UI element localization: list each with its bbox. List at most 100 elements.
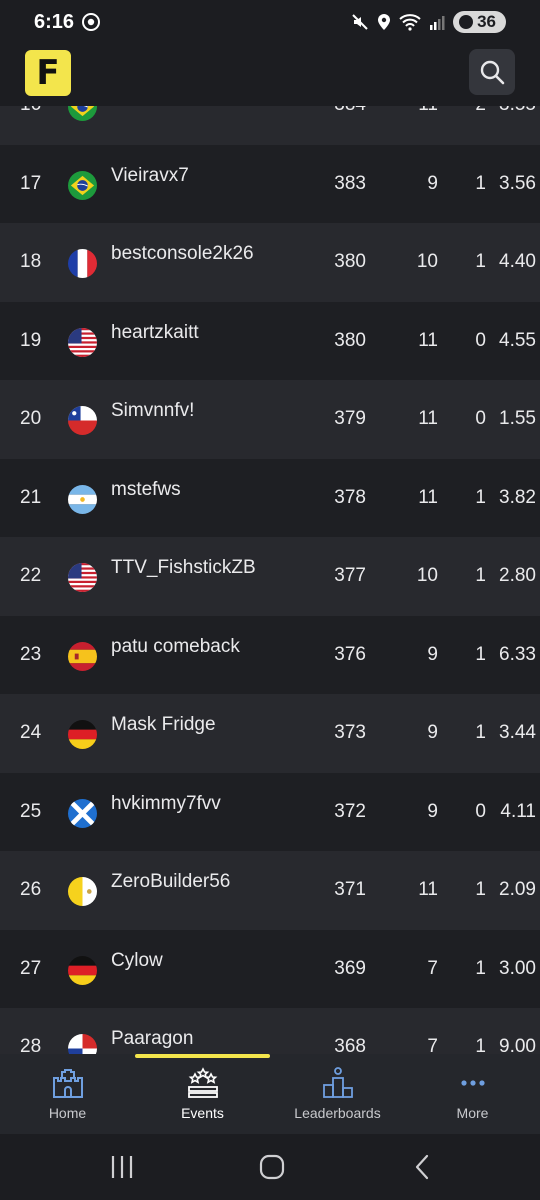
row-wins: 1 xyxy=(475,565,486,586)
leaderboard-row[interactable]: 24 Mask Fridge 373 9 1 3.44 xyxy=(0,694,540,773)
leaderboard-row[interactable]: 18 bestconsole2k26 380 10 1 4.40 xyxy=(0,223,540,302)
location-icon xyxy=(378,14,391,30)
row-wins: 1 xyxy=(475,957,486,979)
row-points: 377 xyxy=(334,565,366,586)
row-player-name: Simvnnfv! xyxy=(111,400,195,421)
bottom-nav: Home Events Leaderboards More xyxy=(0,1054,540,1134)
nav-events-label: Events xyxy=(181,1105,224,1121)
row-player-name: hvkimmy7fvv xyxy=(111,792,221,814)
system-nav-bar xyxy=(0,1134,540,1200)
vatican-flag-icon xyxy=(68,877,97,906)
row-wins: 1 xyxy=(475,251,486,272)
row-wins: 0 xyxy=(475,800,486,822)
row-wins: 1 xyxy=(475,722,486,743)
row-elims: 11 xyxy=(418,486,438,508)
back-icon[interactable] xyxy=(412,1154,432,1180)
row-points: 380 xyxy=(334,329,366,351)
scotland-flag-icon xyxy=(68,798,97,828)
row-rank: 23 xyxy=(20,643,42,665)
podium-stars-icon xyxy=(187,1067,218,1098)
panama-flag-icon xyxy=(68,1034,97,1054)
nav-more-label: More xyxy=(456,1105,489,1121)
row-elims: 7 xyxy=(427,1036,438,1054)
leaderboard-row[interactable]: 22 TTV_FishstickZB 377 10 1 2.80 xyxy=(0,537,540,616)
row-player-name: mstefws xyxy=(111,478,181,500)
leaderboard-row[interactable]: 17 Vieiravx7 383 9 1 3.56 xyxy=(0,144,540,223)
castle-icon xyxy=(52,1069,83,1098)
row-average: 3.56 xyxy=(499,172,536,194)
signal-icon xyxy=(430,16,445,30)
more-dots-icon xyxy=(460,1080,485,1086)
row-points: 383 xyxy=(334,172,366,194)
row-player-name: bestconsole2k26 xyxy=(111,243,254,264)
active-tab-indicator xyxy=(135,1054,270,1058)
row-points: 379 xyxy=(334,408,366,429)
usa-flag-icon xyxy=(68,563,97,592)
leaderboard-row[interactable]: 28 Paaragon 368 7 1 9.00 xyxy=(0,1008,540,1054)
leaderboard-icon xyxy=(322,1067,353,1098)
france-flag-icon xyxy=(68,249,97,278)
row-average: 4.40 xyxy=(499,251,536,272)
leaderboard-rows: 16tvitter f55.ddry3841123.55 1 7 Vieiravx7 3… xyxy=(0,106,540,1054)
row-average: 6.33 xyxy=(499,643,536,665)
search-button[interactable] xyxy=(469,49,515,95)
nav-leaderboards[interactable]: Leaderboards xyxy=(270,1066,405,1121)
row-points: 376 xyxy=(334,643,366,665)
row-wins: 0 xyxy=(475,329,486,351)
row-elims: 9 xyxy=(427,172,438,194)
app-bar: F xyxy=(0,44,540,106)
usa-flag-icon xyxy=(68,327,97,357)
mute-icon xyxy=(352,14,368,30)
row-average: 3.82 xyxy=(499,486,536,508)
row-rank: 28 xyxy=(20,1036,42,1054)
battery-level: 36 xyxy=(477,12,496,31)
row-average: 2.80 xyxy=(499,565,536,586)
leaderboard-row[interactable]: 25 hvkimmy7fvv 372 9 0 4.11 xyxy=(0,772,540,851)
row-rank: 27 xyxy=(20,957,42,979)
nav-more[interactable]: More xyxy=(405,1066,540,1121)
row-player-name: Vieiravx7 xyxy=(111,164,189,186)
row-player-name: TTV_FishstickZB xyxy=(111,557,256,578)
row-points: 380 xyxy=(334,251,366,272)
battery-saver-icon xyxy=(459,15,474,29)
row-points: 378 xyxy=(334,486,366,508)
row-elims: 7 xyxy=(427,957,438,979)
row-wins: 2 xyxy=(466,106,486,145)
germany-flag-icon xyxy=(68,955,97,985)
leaderboard-row[interactable]: 23 patu comeback 376 9 1 6.33 xyxy=(0,615,540,694)
row-rank: 22 xyxy=(20,565,42,586)
brazil-flag-icon xyxy=(68,170,97,200)
row-wins: 1 xyxy=(475,1036,486,1054)
row-wins: 1 xyxy=(475,486,486,508)
leaderboard-row[interactable]: 16 tvitter f55.ddry 384 11 23.55 xyxy=(0,106,540,145)
row-player-name: Cylow xyxy=(111,949,163,971)
nav-home[interactable]: Home xyxy=(0,1066,135,1121)
leaderboard-row[interactable]: 20 Simvnnfv! 379 11 0 1.55 xyxy=(0,380,540,459)
row-points: 372 xyxy=(334,800,366,822)
row-points: 368 xyxy=(334,1036,366,1054)
row-points: 384 xyxy=(310,106,366,145)
row-player-name: patu comeback xyxy=(111,635,240,657)
row-rank: 24 xyxy=(20,722,42,743)
leaderboard-row[interactable]: 21 mstefws 378 11 1 3.82 xyxy=(0,458,540,537)
row-elims: 11 xyxy=(418,329,438,351)
row-elims: 9 xyxy=(427,722,438,743)
nav-events[interactable]: Events xyxy=(135,1066,270,1121)
chrome-icon xyxy=(82,13,100,31)
leaderboard-row[interactable]: 26 ZeroBuilder56 371 11 1 2.09 xyxy=(0,851,540,930)
wifi-icon xyxy=(399,14,421,31)
home-icon[interactable] xyxy=(258,1154,286,1180)
spain-flag-icon xyxy=(68,641,97,671)
row-wins: 1 xyxy=(475,172,486,194)
row-average: 3.44 xyxy=(499,722,536,743)
row-player-name: ZeroBuilder56 xyxy=(111,871,231,892)
leaderboard-row[interactable]: 19 heartzkaitt 380 11 0 4.55 xyxy=(0,301,540,380)
app-logo-letter: F xyxy=(36,53,60,93)
row-average: 3.55 xyxy=(490,106,536,145)
battery-indicator: 36 xyxy=(453,11,506,33)
app-logo[interactable]: F xyxy=(25,50,71,96)
row-elims: 11 xyxy=(418,879,438,900)
recents-icon[interactable] xyxy=(110,1154,134,1180)
leaderboard-row[interactable]: 27 Cylow 369 7 1 3.00 xyxy=(0,929,540,1008)
leaderboard-list[interactable]: 16tvitter f55.ddry3841123.55 1 7 Vieiravx7 3… xyxy=(0,106,540,1054)
